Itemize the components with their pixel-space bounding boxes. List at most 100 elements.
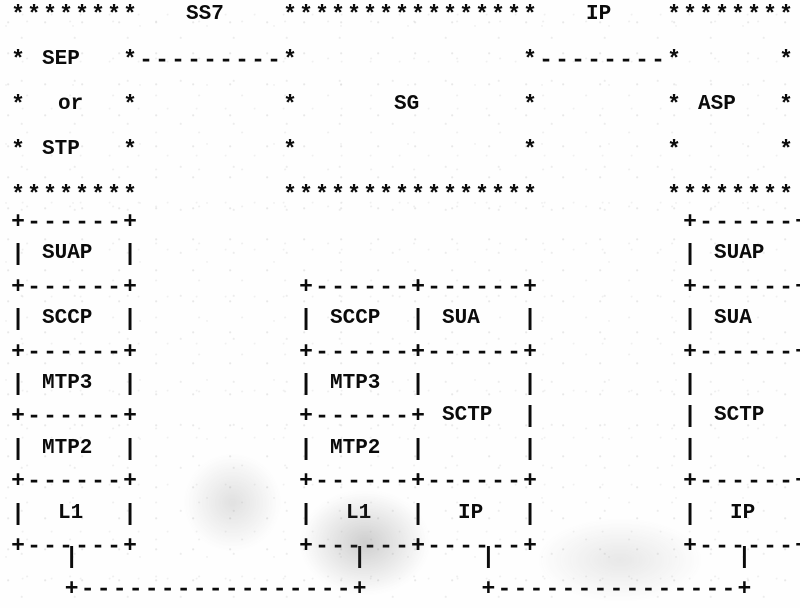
- right-stack-rule-2-corner-right: +: [794, 468, 800, 494]
- left-stack-rule-top-dashes: -: [59, 209, 73, 235]
- ip-link-label: IP: [586, 3, 612, 26]
- right-stack-pipe-left: |: [683, 500, 697, 527]
- sg-node-border-top: *: [379, 2, 393, 28]
- left-stack-rule-1-dashes: -: [91, 338, 105, 365]
- left-stack-rule-0-dashes: -: [43, 273, 57, 300]
- asp-node-border-bottom: *: [763, 182, 777, 208]
- asp-node-border-bottom: *: [779, 182, 793, 208]
- asp-node-border-left: *: [667, 137, 681, 163]
- right-stack-rule-1-dashes: -: [747, 338, 761, 365]
- left-stack-rule-top-dashes: -: [27, 209, 41, 235]
- right-stack-rule-2-dashes: -: [699, 468, 713, 495]
- asp-node-border-right: *: [779, 92, 793, 118]
- bottom-left-connector-dashes: -: [272, 575, 287, 602]
- ip-link-dashes: -: [635, 47, 649, 73]
- right-stack-pipe-right: |: [794, 371, 800, 397]
- middle-stack-left-rule-1-dashes: -: [331, 403, 345, 430]
- middle-stack-right-rule-bottom-dashes: -: [443, 533, 457, 559]
- middle-stack-left-layer-mtp3: MTP3: [330, 372, 381, 395]
- middle-stack-right-rule-top-corner-left: +: [411, 273, 425, 300]
- bottom-middle-left-droppipe: |: [352, 544, 367, 571]
- ip-link-dashes: -: [651, 47, 665, 73]
- middle-stack-right-rule-top-dashes: -: [427, 273, 441, 300]
- middle-stack-right-rule-1-dashes: -: [475, 468, 489, 495]
- left-stack-rule-1-dashes: -: [75, 338, 89, 365]
- right-stack-pipe-right: |: [794, 306, 800, 332]
- middle-stack-right-rule-top-dashes: -: [459, 273, 473, 300]
- middle-stack-left-rule-2-dashes: -: [363, 468, 377, 495]
- right-stack-rule-bottom-corner-left: +: [683, 533, 697, 559]
- right-stack-rule-0-dashes: -: [779, 273, 793, 300]
- asp-node-label: ASP: [698, 93, 736, 116]
- middle-stack-left-rule-2-dashes: -: [347, 468, 361, 495]
- sg-node-border-bottom: *: [347, 182, 361, 208]
- sep-stp-node-border-left: *: [11, 92, 25, 118]
- right-stack-pipe-left: |: [683, 403, 697, 430]
- sg-node-border-bottom: *: [283, 182, 297, 208]
- middle-stack-left-rule-1-dashes: -: [315, 403, 329, 430]
- sep-stp-node-border-bottom: *: [27, 182, 41, 208]
- ss7-link-dashes: -: [267, 47, 281, 73]
- middle-stack-pipe-mid: |: [411, 500, 425, 527]
- bottom-left-connector-dashes: -: [304, 575, 319, 602]
- middle-stack-right-rule-top-dashes: -: [491, 273, 505, 300]
- ss7-link-dashes: -: [171, 47, 185, 73]
- right-stack-rule-top-dashes: -: [715, 209, 729, 235]
- middle-stack-right-rule-1-corner-right: +: [523, 468, 537, 495]
- right-stack-rule-1-dashes: -: [715, 338, 729, 365]
- ss7-link-dashes: -: [187, 47, 201, 73]
- middle-stack-left-rule-0-dashes: -: [379, 338, 393, 365]
- asp-node-border-top: *: [779, 2, 793, 28]
- left-stack-layer-mtp3: MTP3: [42, 372, 93, 395]
- ip-link-dashes: -: [571, 47, 585, 73]
- sg-node-border-left: *: [283, 92, 297, 118]
- right-stack-rule-2-corner-left: +: [683, 468, 697, 495]
- sep-stp-node-border-bottom: *: [107, 182, 121, 208]
- bottom-right-connector-dashes: -: [705, 575, 720, 602]
- middle-stack-right-rule-0-dashes: -: [459, 338, 473, 365]
- sg-node-border-top: *: [475, 2, 489, 28]
- sg-node-border-top: *: [363, 2, 377, 28]
- left-stack-layer-sccp: SCCP: [42, 307, 93, 331]
- sg-node-border-bottom: *: [507, 182, 521, 208]
- sg-node-border-top: *: [523, 2, 537, 28]
- bottom-right-connector-dashes: -: [625, 575, 640, 602]
- middle-stack-pipe-mid: |: [411, 435, 425, 462]
- sep-stp-node-border-top: *: [59, 2, 73, 28]
- middle-stack-right-rule-bottom-dashes: -: [427, 533, 441, 559]
- bottom-left-connector-dashes: -: [192, 575, 207, 602]
- sep-stp-node-border-bottom: *: [91, 182, 105, 208]
- asp-node-border-bottom: *: [731, 182, 745, 208]
- middle-stack-pipe-mid: |: [411, 371, 425, 397]
- sg-node-border-bottom: *: [299, 182, 313, 208]
- middle-stack-left-rule-3-dashes: -: [315, 533, 329, 559]
- left-stack-rule-4-dashes: -: [107, 533, 121, 559]
- sg-node-border-left: *: [283, 47, 297, 73]
- sep-stp-node-label-sep: SEP: [42, 48, 80, 71]
- right-stack-rule-top-dashes: -: [699, 209, 713, 235]
- middle-stack-left-rule-0-dashes: -: [347, 338, 361, 365]
- right-stack-rule-top-corner-left: +: [683, 209, 697, 235]
- sep-stp-node-border-top: *: [91, 2, 105, 28]
- sg-node-border-bottom: *: [427, 182, 441, 208]
- left-stack-rule-2-dashes: -: [75, 403, 89, 430]
- right-stack-rule-2-dashes: -: [715, 468, 729, 495]
- right-stack-layer-sua: SUA: [714, 307, 752, 331]
- right-stack-rule-bottom-dashes: -: [779, 533, 793, 559]
- left-stack-rule-0-dashes: -: [27, 273, 41, 300]
- sg-node-border-top: *: [347, 2, 361, 28]
- sg-node-border-right: *: [523, 137, 537, 163]
- sep-stp-node-border-top: *: [107, 2, 121, 28]
- ss7-link-dashes: -: [219, 47, 233, 73]
- middle-stack-right-rule-1-dashes: -: [459, 468, 473, 495]
- sg-node-border-top: *: [427, 2, 441, 28]
- bottom-middle-left-junction: +: [352, 575, 367, 602]
- sg-node-border-top: *: [299, 2, 313, 28]
- left-stack-layer-mtp2: MTP2: [42, 436, 93, 460]
- middle-stack-left-rule-2-dashes: -: [315, 468, 329, 495]
- left-stack-pipe-right: |: [123, 241, 137, 268]
- sep-stp-node-border-right: *: [123, 92, 137, 118]
- sep-stp-node-border-right: *: [123, 137, 137, 163]
- middle-stack-right-rule-0-dashes: -: [475, 338, 489, 365]
- right-stack-layer-sctp: SCTP: [714, 404, 765, 428]
